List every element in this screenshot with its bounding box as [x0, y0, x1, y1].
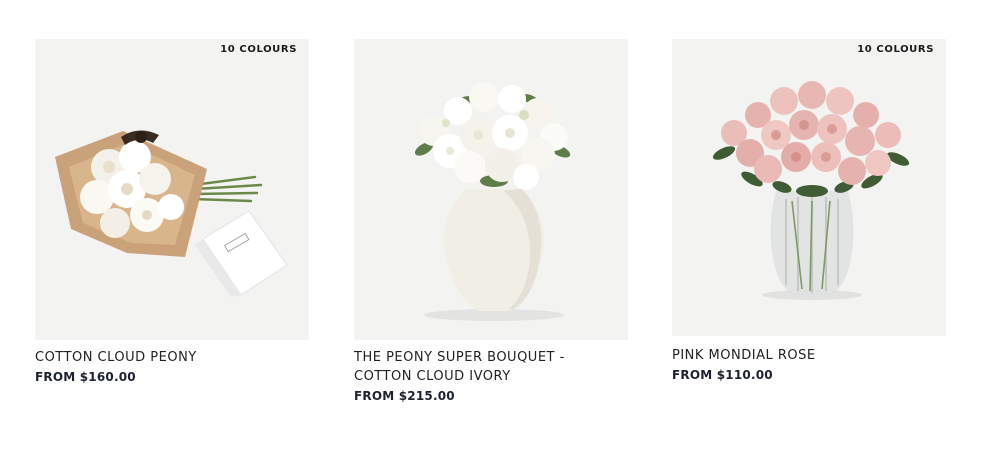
product-image-link[interactable]: 10 COLOURS	[672, 39, 946, 336]
white-peonies-in-vase-image	[414, 82, 571, 321]
colour-count-badge: 10 COLOURS	[220, 44, 297, 55]
product-title[interactable]: PINK MONDIAL ROSE	[672, 346, 932, 365]
product-title[interactable]: COTTON CLOUD PEONY	[35, 348, 295, 367]
product-card[interactable]: 10 COLOURS PINK MONDIAL ROSE FROM $110.0…	[672, 39, 946, 382]
wrapped-bouquet-with-card-image	[55, 130, 288, 297]
product-price: FROM $215.00	[354, 389, 455, 403]
product-card[interactable]: THE PEONY SUPER BOUQUET - COTTON CLOUD I…	[354, 39, 628, 403]
product-image-link[interactable]	[354, 39, 628, 340]
colour-count-badge: 10 COLOURS	[857, 44, 934, 55]
product-card[interactable]: 10 COLOURS COTTON CLOUD PEONY FROM $160.…	[35, 39, 309, 384]
product-title[interactable]: THE PEONY SUPER BOUQUET - COTTON CLOUD I…	[354, 348, 614, 386]
product-price: FROM $160.00	[35, 370, 136, 384]
product-price: FROM $110.00	[672, 368, 773, 382]
product-image-link[interactable]: 10 COLOURS	[35, 39, 309, 340]
pink-roses-in-glass-vase-image	[712, 81, 910, 300]
